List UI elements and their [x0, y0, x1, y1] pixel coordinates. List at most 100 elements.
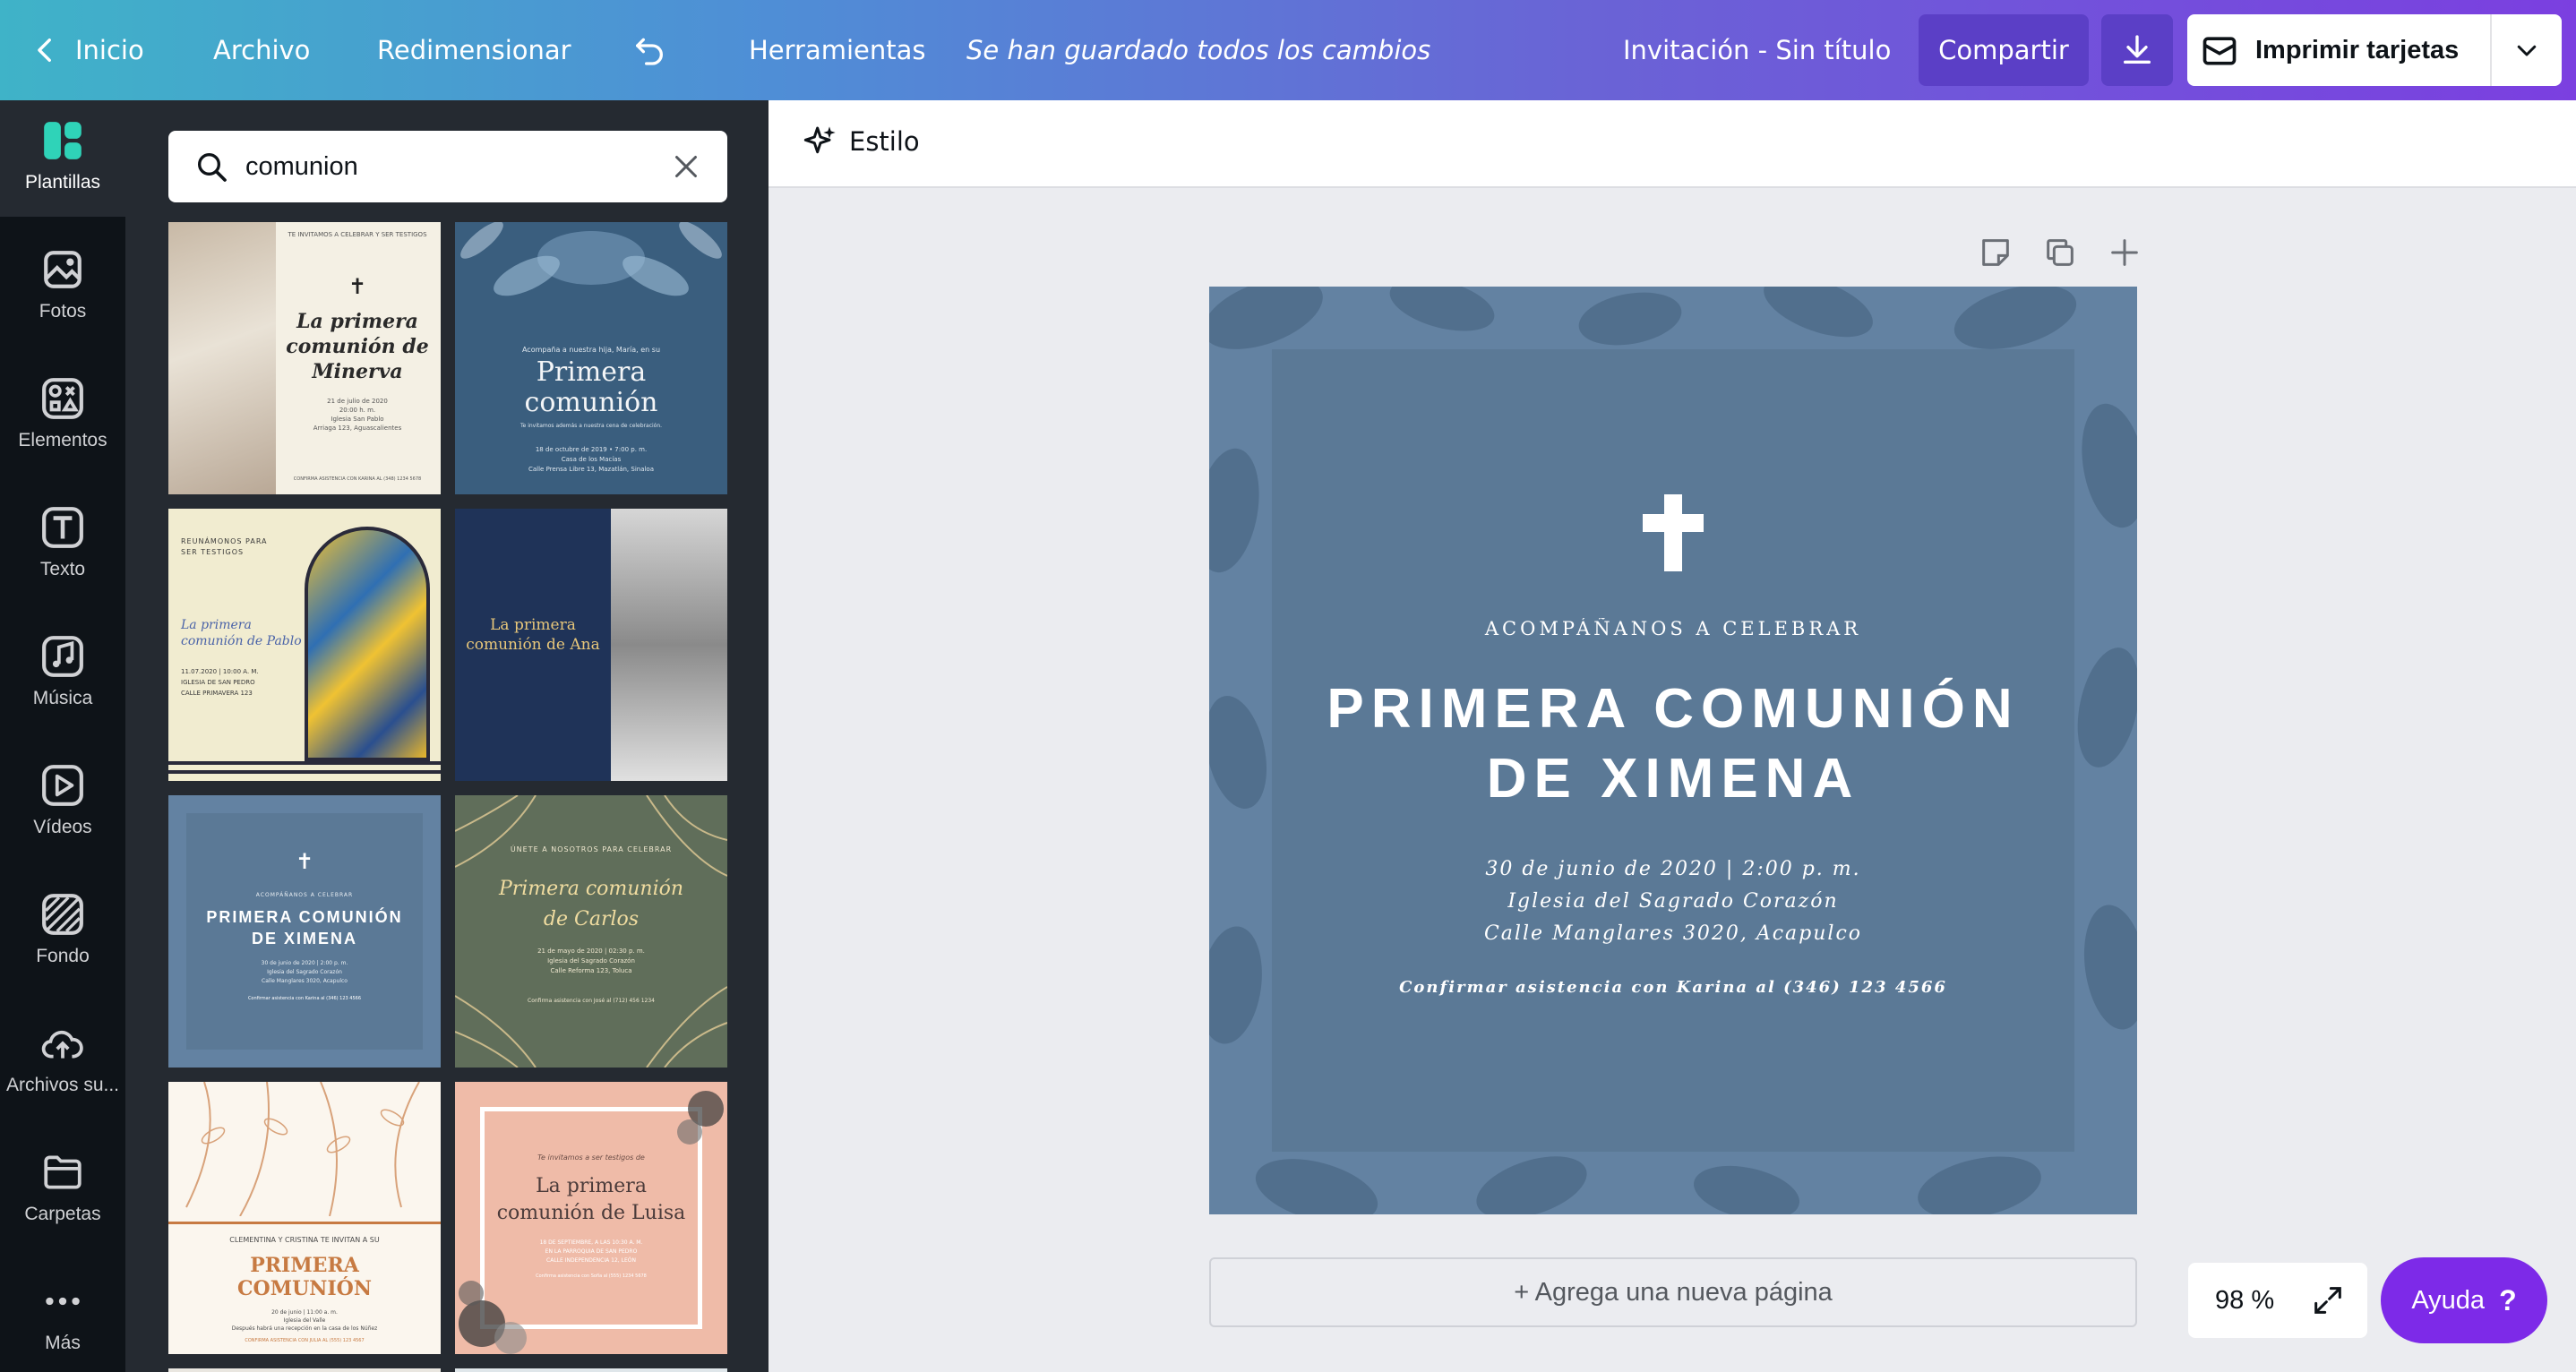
template-thumbnail[interactable]	[168, 1368, 441, 1372]
thumbnail-text: Acompaña a nuestra hija, María, en su	[521, 346, 661, 354]
resize-button[interactable]: Redimensionar	[377, 0, 571, 100]
tools-menu[interactable]: Herramientas	[749, 0, 926, 100]
sparkle-icon	[803, 126, 836, 154]
download-icon	[2124, 35, 2151, 64]
divider	[168, 761, 441, 765]
undo-button[interactable]	[631, 0, 667, 100]
thumbnail-text: Calle Reforma 123, Toluca	[550, 967, 632, 974]
cross-icon	[1643, 494, 1704, 571]
clear-search-icon[interactable]	[670, 150, 702, 183]
rail-label: Carpetas	[24, 1204, 101, 1224]
thumbnail-title: PRIMERA	[250, 1254, 359, 1277]
thumbnail-text: 18 DE SEPTIEMBRE, A LAS 10:30 A. M.	[539, 1239, 643, 1246]
thumbnail-text: ACOMPÁÑANOS A CELEBRAR	[255, 892, 354, 898]
document-title[interactable]: Invitación - Sin título	[1623, 0, 1891, 100]
rail-item-music[interactable]: Música	[0, 616, 125, 733]
thumbnail-text: 20:00 h. m.	[339, 407, 376, 414]
home-button[interactable]: Inicio	[30, 0, 144, 100]
thumbnail-photo	[168, 222, 276, 494]
template-search[interactable]	[168, 131, 727, 202]
thumbnail-text: IGLESIA DE SAN PEDRO	[181, 679, 255, 686]
thumbnail-title: de Carlos	[543, 908, 640, 930]
template-thumbnail[interactable]: Te invitamos a ser testigos de La primer…	[455, 1082, 727, 1354]
thumbnail-text: 18 de octubre de 2019 • 7:00 p. m.	[535, 446, 648, 453]
style-button[interactable]: Estilo	[803, 124, 920, 159]
more-icon	[46, 1297, 80, 1306]
template-thumbnail[interactable]: Acompaña a nuestra hija, María, en su Pr…	[455, 222, 727, 494]
template-thumbnail[interactable]: TE INVITAMOS A CELEBRAR Y SER TESTIGOS ✝…	[168, 222, 441, 494]
search-input[interactable]	[245, 151, 657, 182]
rsvp-line[interactable]: Confirmar asistencia con Karina al (346)…	[1209, 978, 2137, 997]
thumbnail-text: Arriaga 123, Aguascalientes	[313, 424, 402, 432]
thumbnail-text: REUNÁMONOS PARA	[181, 537, 268, 545]
thumbnail-title: PRIMERA COMUNIÓN	[206, 908, 403, 926]
design-canvas[interactable]: ACOMPÁÑANOS A CELEBRAR PRIMERA COMUNIÓN …	[1209, 287, 2137, 1214]
print-options-dropdown[interactable]	[2492, 14, 2562, 86]
thumbnail-title: comunión de Luisa	[496, 1202, 686, 1224]
left-rail: Plantillas Fotos Elementos Texto Música …	[0, 100, 125, 1372]
thumbnail-title: La primera	[490, 616, 576, 634]
duplicate-page-icon[interactable]	[2042, 235, 2078, 270]
thumbnail-text: CLEMENTINA Y CRISTINA TE INVITAN A SU	[229, 1236, 380, 1244]
template-thumbnail[interactable]: REUNÁMONOS PARA SER TESTIGOS La primera …	[168, 509, 441, 781]
rail-item-photos[interactable]: Fotos	[0, 229, 125, 346]
thumbnail-text: Calle Prensa Libre 13, Mazatlán, Sinaloa	[528, 466, 655, 473]
rail-label: Música	[32, 688, 93, 708]
template-thumbnail[interactable]: La primera comunión de Ana	[455, 509, 727, 781]
video-icon	[42, 765, 83, 806]
thumbnail-text: EN LA PARROQUIA DE SAN PEDRO	[545, 1248, 638, 1255]
fullscreen-icon[interactable]	[2310, 1282, 2346, 1318]
thumbnail-text: Iglesia San Pablo	[331, 416, 384, 423]
template-thumbnail[interactable]: ✝ ACOMPÁÑANOS A CELEBRAR PRIMERA COMUNIÓ…	[168, 795, 441, 1068]
floral-pattern	[460, 222, 722, 296]
rail-item-elements[interactable]: Elementos	[0, 358, 125, 475]
rail-item-templates[interactable]: Plantillas	[0, 100, 125, 217]
zoom-control[interactable]: 98 %	[2188, 1263, 2367, 1338]
thumbnail-text: TE INVITAMOS A CELEBRAR Y SER TESTIGOS	[288, 231, 427, 238]
add-page-button[interactable]: + Agrega una nueva página	[1209, 1257, 2137, 1327]
share-button[interactable]: Compartir	[1919, 14, 2089, 86]
editor-toolbar: Estilo	[769, 100, 2576, 188]
invite-line[interactable]: ACOMPÁÑANOS A CELEBRAR	[1209, 618, 2137, 639]
rail-item-folders[interactable]: Carpetas	[0, 1132, 125, 1248]
zoom-level[interactable]: 98 %	[2215, 1286, 2274, 1316]
event-address[interactable]: Calle Manglares 3020, Acapulco	[1209, 922, 2137, 945]
help-button[interactable]: Ayuda ?	[2381, 1257, 2547, 1343]
print-cards-button[interactable]: Imprimir tarjetas	[2187, 14, 2562, 86]
template-thumbnail[interactable]: CLEMENTINA Y CRISTINA TE INVITAN A SU PR…	[168, 1082, 441, 1354]
thumbnail-text: Casa de los Macías	[561, 456, 622, 463]
rail-item-uploads[interactable]: Archivos su...	[0, 1003, 125, 1119]
design-title[interactable]: PRIMERA COMUNIÓN	[1209, 677, 2137, 741]
rail-item-text[interactable]: Texto	[0, 487, 125, 604]
add-page-icon[interactable]	[2107, 235, 2142, 270]
download-button[interactable]	[2101, 14, 2173, 86]
question-mark-icon: ?	[2499, 1283, 2517, 1316]
thumbnail-title: COMUNIÓN	[237, 1277, 372, 1300]
thumbnail-title: comunión	[524, 387, 658, 418]
template-thumbnail[interactable]	[455, 1368, 727, 1372]
thumbnail-title: Primera comunión	[498, 878, 684, 900]
cross-mark: ✝	[295, 849, 314, 874]
event-date[interactable]: 30 de junio de 2020 | 2:00 p. m.	[1209, 858, 2137, 880]
rail-item-videos[interactable]: Vídeos	[0, 745, 125, 862]
rail-label: Archivos su...	[5, 1075, 120, 1095]
rail-label: Fotos	[39, 301, 87, 322]
file-menu[interactable]: Archivo	[213, 0, 310, 100]
thumbnail-text: Confirma asistencia con José al (712) 45…	[528, 998, 655, 1004]
thumbnail-title: La primera	[181, 618, 252, 632]
help-label: Ayuda	[2411, 1285, 2486, 1315]
thumbnail-text: 21 de mayo de 2020 | 02:30 p. m.	[537, 948, 645, 955]
design-title[interactable]: DE XIMENA	[1209, 747, 2137, 810]
note-icon[interactable]	[1978, 235, 2014, 270]
search-icon	[198, 153, 227, 182]
rail-item-more[interactable]: Más	[0, 1261, 125, 1372]
rail-label: Más	[45, 1333, 81, 1353]
thumbnail-text: Te invitamos a ser testigos de	[537, 1153, 645, 1162]
folders-icon	[44, 1155, 82, 1189]
thumbnail-text: CONFIRMA ASISTENCIA CON JULIA AL (555) 1…	[245, 1338, 365, 1343]
event-place[interactable]: Iglesia del Sagrado Corazón	[1209, 890, 2137, 913]
thumbnail-text: Confirma asistencia con Sofía al (555) 1…	[536, 1273, 647, 1279]
template-thumbnail[interactable]: ÚNETE A NOSOTROS PARA CELEBRAR Primera c…	[455, 795, 727, 1068]
undo-icon	[636, 38, 663, 65]
rail-item-background[interactable]: Fondo	[0, 874, 125, 990]
